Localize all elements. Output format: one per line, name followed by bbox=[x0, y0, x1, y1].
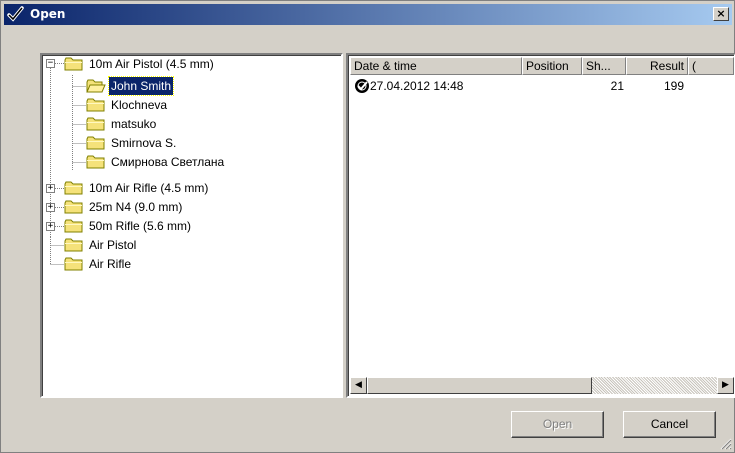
column-header-position[interactable]: Position bbox=[522, 57, 582, 75]
column-header-date[interactable]: Date & time bbox=[350, 57, 522, 75]
tree-item-label: Klochneva bbox=[111, 98, 168, 112]
column-header-result[interactable]: Result bbox=[626, 57, 688, 75]
folder-icon bbox=[86, 155, 105, 169]
arrow-left-icon: ◀ bbox=[355, 380, 362, 390]
scroll-left-button[interactable]: ◀ bbox=[350, 377, 367, 394]
close-button[interactable]: × bbox=[713, 7, 729, 21]
open-folder-icon bbox=[86, 79, 106, 93]
folder-icon bbox=[64, 181, 83, 195]
folder-icon bbox=[86, 98, 105, 112]
arrow-right-icon: ▶ bbox=[722, 380, 729, 390]
table-row[interactable]: 27.04.2012 14:48 21 199 bbox=[350, 77, 734, 95]
tree-item-label: matsuko bbox=[111, 117, 157, 131]
tree-item-label: John Smith bbox=[107, 76, 175, 96]
collapse-toggle[interactable]: − bbox=[46, 59, 55, 68]
target-check-icon bbox=[355, 79, 369, 93]
open-dialog: Open × − 10m Air Pistol (4.5 mm) John Sm… bbox=[0, 0, 735, 453]
expand-toggle[interactable]: + bbox=[46, 184, 55, 193]
tree-item-label: Air Pistol bbox=[89, 238, 137, 252]
tree-item-label: Смирнова Светлана bbox=[111, 155, 225, 169]
column-header-shots[interactable]: Sh... bbox=[582, 57, 626, 75]
cell-result: 199 bbox=[663, 79, 684, 93]
cell-shots: 21 bbox=[610, 79, 624, 93]
scroll-thumb[interactable] bbox=[367, 377, 592, 394]
folder-icon bbox=[64, 257, 83, 271]
scroll-track[interactable] bbox=[592, 377, 717, 394]
cancel-button[interactable]: Cancel bbox=[623, 411, 716, 438]
results-list[interactable]: Date & time Position Sh... Result ( 27.0… bbox=[346, 53, 735, 398]
scroll-right-button[interactable]: ▶ bbox=[717, 377, 734, 394]
tree-item-label: Air Rifle bbox=[89, 257, 132, 271]
dialog-title: Open bbox=[30, 7, 66, 21]
horizontal-scrollbar[interactable]: ◀ ▶ bbox=[350, 377, 734, 394]
tree-item-label: 10m Air Pistol (4.5 mm) bbox=[89, 57, 214, 71]
resize-grip-icon[interactable] bbox=[720, 438, 732, 450]
folder-icon bbox=[64, 219, 83, 233]
tree-item-label: 25m N4 (9.0 mm) bbox=[89, 200, 183, 214]
tree-item-label: 50m Rifle (5.6 mm) bbox=[89, 219, 192, 233]
checkmark-app-icon bbox=[7, 6, 24, 22]
expand-toggle[interactable]: + bbox=[46, 203, 55, 212]
folder-tree[interactable]: − 10m Air Pistol (4.5 mm) John Smith Klo… bbox=[40, 53, 343, 398]
folder-icon bbox=[86, 117, 105, 131]
title-bar[interactable]: Open × bbox=[4, 4, 732, 25]
column-header-extra[interactable]: ( bbox=[688, 57, 734, 75]
cell-date: 27.04.2012 14:48 bbox=[370, 79, 464, 93]
folder-icon bbox=[64, 57, 83, 71]
folder-icon bbox=[64, 238, 83, 252]
close-icon: × bbox=[716, 7, 726, 20]
folder-icon bbox=[64, 200, 83, 214]
folder-icon bbox=[86, 136, 105, 150]
open-button[interactable]: Open bbox=[511, 411, 604, 438]
expand-toggle[interactable]: + bbox=[46, 222, 55, 231]
tree-item-label: Smirnova S. bbox=[111, 136, 177, 150]
tree-item-label: 10m Air Rifle (4.5 mm) bbox=[89, 181, 209, 195]
